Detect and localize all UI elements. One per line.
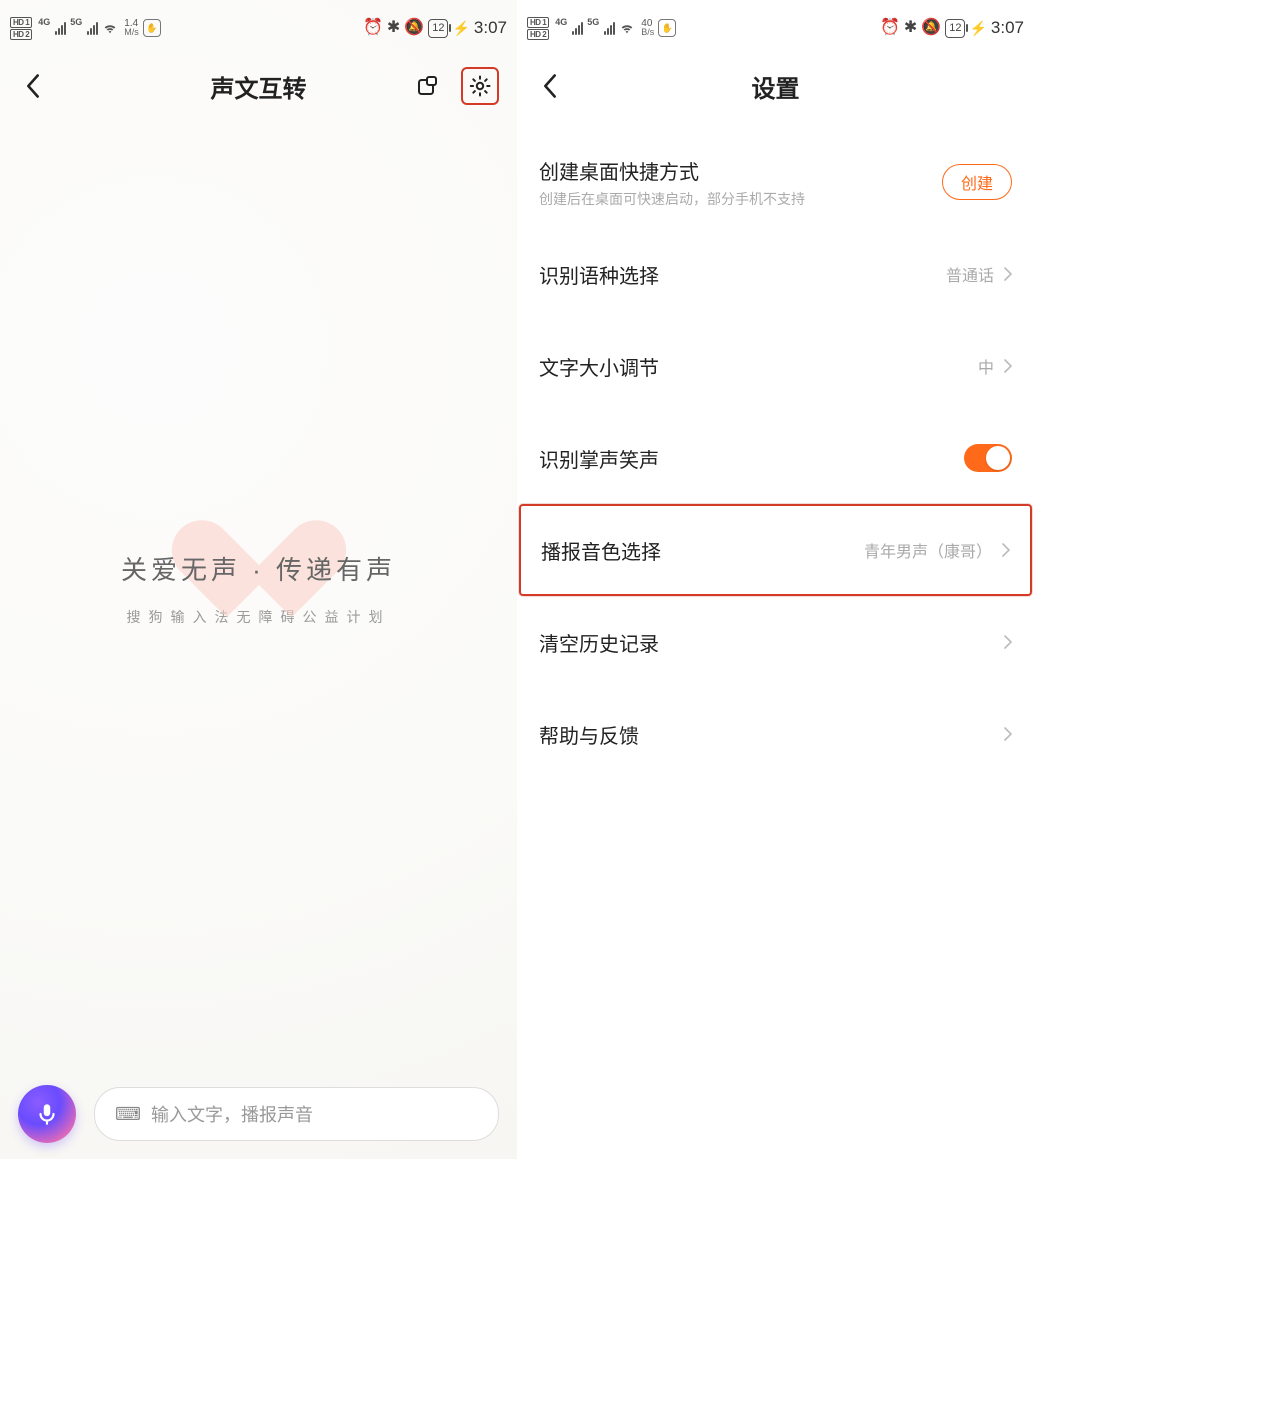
row-title: 识别语种选择 bbox=[539, 260, 946, 289]
signal2-label: 5G bbox=[70, 17, 82, 27]
charging-icon: ⚡ bbox=[452, 20, 469, 37]
text-input[interactable]: ⌨ 输入文字，播报声音 bbox=[94, 1087, 499, 1141]
row-title: 播报音色选择 bbox=[541, 536, 864, 565]
row-applause-laughter[interactable]: 识别掌声笑声 bbox=[517, 412, 1034, 504]
signal2-bars-icon bbox=[87, 22, 98, 35]
netspeed-indicator: 1.4 M/s bbox=[124, 19, 139, 37]
hd1-badge: HD 1 bbox=[527, 17, 549, 28]
mute-icon: 🔕 bbox=[404, 20, 424, 36]
row-value: 中 bbox=[978, 354, 994, 378]
row-voice-select[interactable]: 播报音色选择 青年男声（康哥） bbox=[519, 504, 1032, 596]
mute-icon: 🔕 bbox=[921, 20, 941, 36]
battery-indicator: 12 bbox=[428, 19, 448, 38]
row-create-shortcut[interactable]: 创建桌面快捷方式 创建后在桌面可快速启动，部分手机不支持 创建 bbox=[517, 136, 1034, 228]
row-help-feedback[interactable]: 帮助与反馈 bbox=[517, 688, 1034, 780]
chevron-right-icon bbox=[1002, 543, 1010, 557]
row-title: 创建桌面快捷方式 bbox=[539, 156, 942, 185]
applause-toggle[interactable] bbox=[964, 444, 1012, 472]
clock: 3:07 bbox=[474, 18, 507, 38]
nav-bar: 声文互转 bbox=[0, 56, 517, 116]
keyboard-icon: ⌨ bbox=[115, 1104, 141, 1125]
battery-indicator: 12 bbox=[945, 19, 965, 38]
chevron-right-icon bbox=[1004, 727, 1012, 741]
bluetooth-icon: ✱ bbox=[387, 20, 400, 36]
hd2-badge: HD 2 bbox=[10, 29, 32, 40]
input-placeholder: 输入文字，播报声音 bbox=[151, 1101, 313, 1127]
back-button[interactable] bbox=[18, 71, 48, 101]
chevron-right-icon bbox=[1004, 267, 1012, 281]
status-bar: HD 1 HD 2 4G 5G 1.4 M/s ⏰ ✱ 🔕 12 ⚡ bbox=[0, 0, 517, 56]
alarm-icon: ⏰ bbox=[880, 20, 900, 36]
signal2-label: 5G bbox=[587, 17, 599, 27]
wifi-icon bbox=[102, 21, 118, 35]
back-button[interactable] bbox=[535, 71, 565, 101]
row-title: 清空历史记录 bbox=[539, 628, 1004, 657]
charging-icon: ⚡ bbox=[969, 20, 986, 37]
bluetooth-icon: ✱ bbox=[904, 20, 917, 36]
sub-slogan-text: 搜狗输入法无障碍公益计划 bbox=[127, 607, 391, 627]
row-subtitle: 创建后在桌面可快速启动，部分手机不支持 bbox=[539, 189, 942, 209]
row-value: 普通话 bbox=[946, 262, 994, 286]
hd1-badge: HD 1 bbox=[10, 17, 32, 28]
mic-button[interactable] bbox=[18, 1085, 76, 1143]
create-button[interactable]: 创建 bbox=[942, 164, 1012, 200]
screen-voice-text: HD 1 HD 2 4G 5G 1.4 M/s ⏰ ✱ 🔕 12 ⚡ bbox=[0, 0, 517, 1159]
row-title: 帮助与反馈 bbox=[539, 720, 1004, 749]
row-title: 识别掌声笑声 bbox=[539, 444, 964, 473]
signal1-label: 4G bbox=[555, 17, 567, 27]
netspeed-indicator: 40 B/s bbox=[641, 19, 654, 37]
pip-button[interactable] bbox=[413, 71, 443, 101]
signal2-bars-icon bbox=[604, 22, 615, 35]
clock: 3:07 bbox=[991, 18, 1024, 38]
hand-icon bbox=[143, 19, 161, 37]
status-bar: HD 1 HD 2 4G 5G 40 B/s ⏰ ✱ 🔕 12 ⚡ bbox=[517, 0, 1034, 56]
row-language-select[interactable]: 识别语种选择 普通话 bbox=[517, 228, 1034, 320]
row-title: 文字大小调节 bbox=[539, 352, 978, 381]
screen-settings: HD 1 HD 2 4G 5G 40 B/s ⏰ ✱ 🔕 12 ⚡ bbox=[517, 0, 1034, 1159]
row-value: 青年男声（康哥） bbox=[864, 538, 992, 562]
signal1-bars-icon bbox=[55, 22, 66, 35]
signal1-bars-icon bbox=[572, 22, 583, 35]
page-title: 设置 bbox=[517, 69, 1034, 104]
settings-button[interactable] bbox=[461, 67, 499, 105]
signal1-label: 4G bbox=[38, 17, 50, 27]
slogan-text: 关爱无声 · 传递有声 bbox=[121, 550, 396, 587]
row-clear-history[interactable]: 清空历史记录 bbox=[517, 596, 1034, 688]
wifi-icon bbox=[619, 21, 635, 35]
row-font-size[interactable]: 文字大小调节 中 bbox=[517, 320, 1034, 412]
hd2-badge: HD 2 bbox=[527, 29, 549, 40]
hand-icon bbox=[658, 19, 676, 37]
chevron-right-icon bbox=[1004, 359, 1012, 373]
alarm-icon: ⏰ bbox=[363, 20, 383, 36]
chevron-right-icon bbox=[1004, 635, 1012, 649]
nav-bar: 设置 bbox=[517, 56, 1034, 116]
